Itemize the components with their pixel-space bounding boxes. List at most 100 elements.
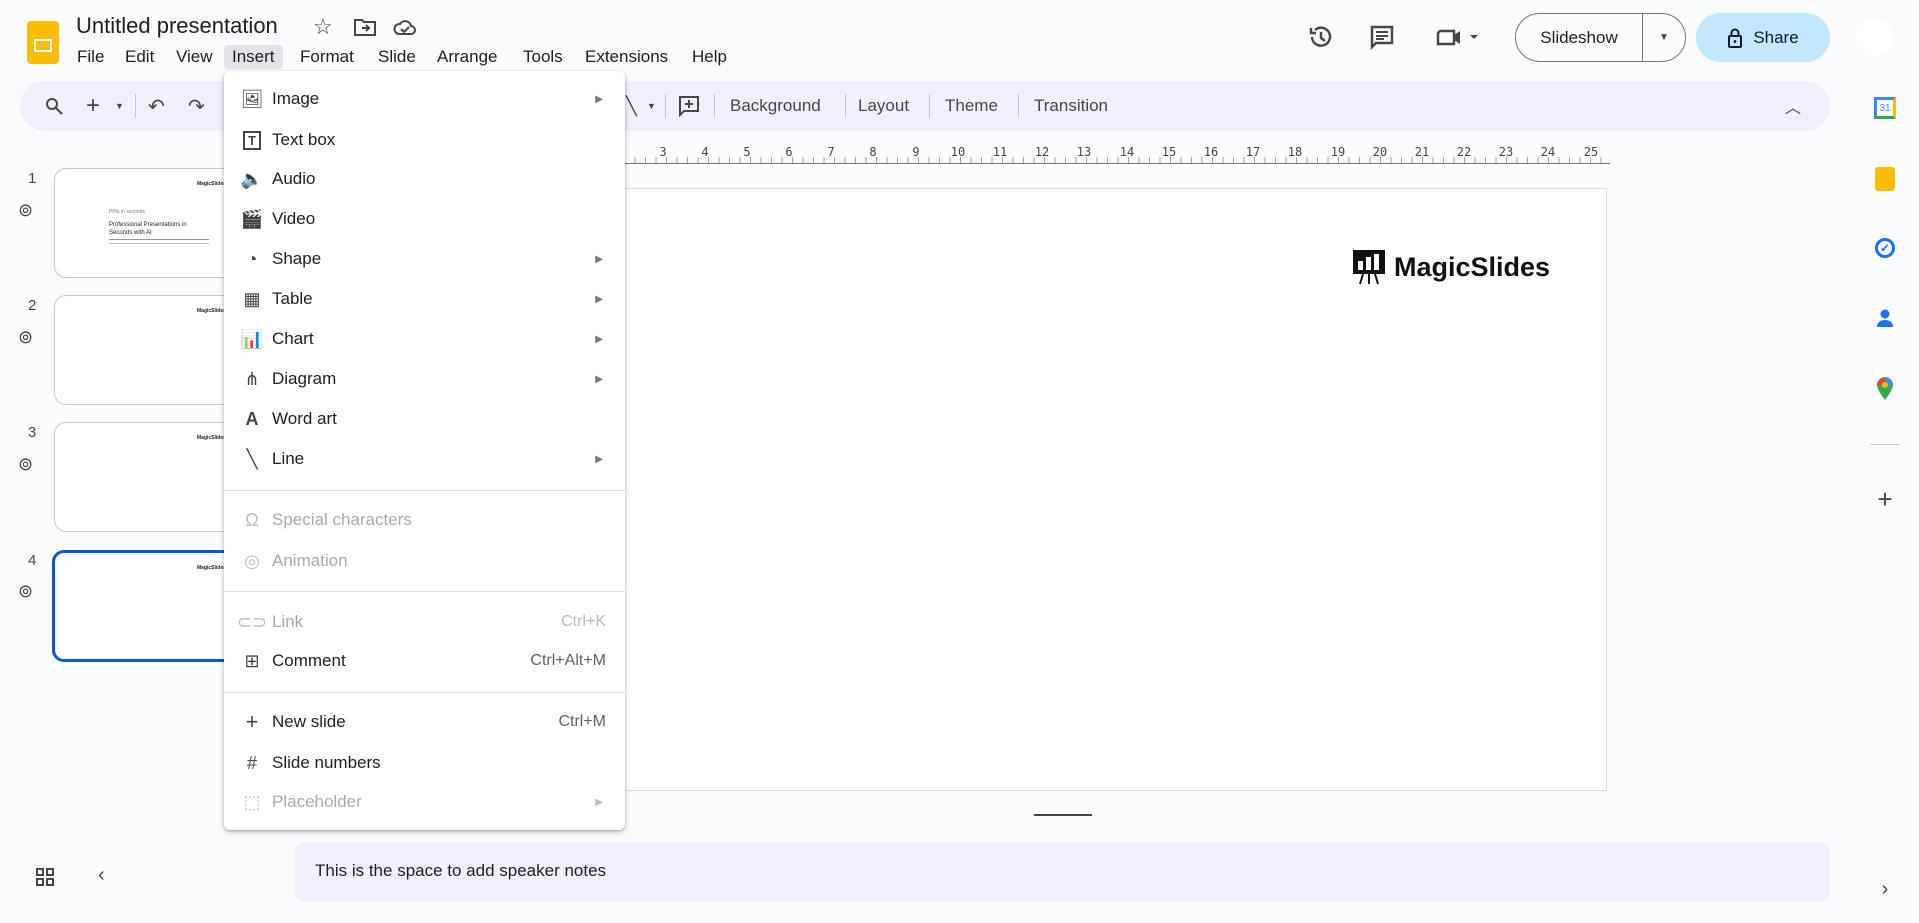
calendar-icon[interactable]: 31 — [1872, 95, 1898, 121]
hash-icon: # — [246, 752, 257, 773]
menu-item-chart[interactable]: 📊 Chart ▶ — [224, 319, 625, 359]
menu-item-diagram[interactable]: ⋔ Diagram ▶ — [224, 359, 625, 399]
contacts-icon[interactable] — [1872, 305, 1898, 331]
linked-slide-icon: ⊚ — [18, 581, 34, 601]
comments-icon[interactable] — [1367, 22, 1397, 52]
slideshow-button[interactable]: Slideshow — [1516, 14, 1643, 61]
menu-item-placeholder[interactable]: ⬚ Placeholder ▶ — [224, 782, 625, 822]
layout-button[interactable]: Layout — [858, 81, 909, 131]
undo-icon[interactable]: ↶ — [148, 81, 165, 131]
magicslides-logo: MagicSlides — [1352, 249, 1550, 285]
menu-item-audio[interactable]: 🔈 Audio — [224, 159, 625, 199]
menu-arrange[interactable]: Arrange — [429, 45, 505, 69]
menu-item-slide-numbers[interactable]: # Slide numbers — [224, 743, 625, 783]
menu-item-label: Comment — [272, 651, 346, 670]
menu-tools[interactable]: Tools — [515, 45, 571, 69]
toolbar-divider — [665, 94, 666, 118]
menu-item-table[interactable]: ▦ Table ▶ — [224, 279, 625, 319]
ruler-tick-label: 15 — [1161, 145, 1177, 159]
transition-button[interactable]: Transition — [1034, 81, 1108, 131]
thumb-title: Professional Presentations in Seconds wi… — [109, 222, 187, 236]
menu-format[interactable]: Format — [292, 45, 362, 69]
submenu-arrow-icon: ▶ — [595, 293, 603, 305]
submenu-arrow-icon: ▶ — [595, 373, 603, 385]
diagram-icon: ⋔ — [244, 368, 260, 389]
share-button[interactable]: Share — [1696, 13, 1830, 62]
submenu-arrow-icon: ▶ — [595, 93, 603, 105]
move-folder-icon[interactable] — [352, 14, 378, 40]
menu-view[interactable]: View — [168, 45, 221, 69]
menu-slide[interactable]: Slide — [370, 45, 424, 69]
menu-item-special-characters[interactable]: Ω Special characters — [224, 500, 625, 540]
tasks-icon[interactable]: ✓ — [1872, 235, 1898, 261]
menu-extensions[interactable]: Extensions — [577, 45, 676, 69]
menu-item-shape[interactable]: ◔ Shape ▶ — [224, 239, 625, 279]
notes-resize-handle[interactable] — [1034, 814, 1092, 816]
ruler-tick-label: 13 — [1076, 145, 1092, 159]
grid-view-icon[interactable] — [34, 866, 56, 888]
menu-item-label: Slide numbers — [272, 753, 381, 772]
shape-icon: ◔ — [246, 248, 258, 269]
menu-item-link[interactable]: ⊂⊃ Link Ctrl+K — [224, 602, 625, 642]
menu-help[interactable]: Help — [684, 45, 735, 69]
thumb-kicker: PPts in seconds — [109, 209, 145, 215]
menu-item-comment[interactable]: ⊞ Comment Ctrl+Alt+M — [224, 641, 625, 681]
speaker-notes[interactable]: This is the space to add speaker notes — [295, 842, 1830, 902]
linked-slide-icon: ⊚ — [18, 200, 34, 220]
search-menus-icon[interactable] — [40, 81, 68, 131]
cloud-saved-icon[interactable] — [392, 14, 418, 40]
ruler-tick-label: 10 — [950, 145, 966, 159]
background-button[interactable]: Background — [730, 81, 821, 131]
ruler-tick-label: 9 — [912, 145, 920, 159]
slide-canvas[interactable]: MagicSlides — [535, 188, 1607, 791]
menu-insert[interactable]: Insert — [224, 45, 283, 69]
menu-edit[interactable]: Edit — [117, 45, 162, 69]
menu-item-label: Diagram — [272, 369, 337, 388]
menu-item-animation[interactable]: ◎ Animation — [224, 541, 625, 581]
line-tool-icon[interactable]: ╲ — [626, 81, 637, 131]
slideshow-options-dropdown[interactable]: ▼ — [1643, 14, 1685, 61]
ruler-tick-label: 24 — [1540, 145, 1556, 159]
submenu-arrow-icon: ▶ — [595, 453, 603, 465]
line-dropdown-icon[interactable]: ▼ — [647, 81, 656, 131]
toolbar-divider — [135, 94, 136, 118]
slides-logo[interactable] — [27, 21, 59, 64]
version-history-icon[interactable] — [1306, 22, 1336, 52]
star-icon[interactable]: ☆ — [310, 14, 336, 40]
menu-item-image[interactable]: 🖼 Image ▶ — [224, 79, 625, 119]
menu-item-text-box[interactable]: T Text box — [224, 120, 625, 160]
new-slide-icon[interactable]: + — [86, 81, 100, 131]
menu-item-word-art[interactable]: A Word art — [224, 399, 625, 439]
insert-comment-icon[interactable] — [676, 81, 702, 131]
new-slide-dropdown-icon[interactable]: ▼ — [115, 81, 124, 131]
menu-divider — [224, 490, 625, 491]
presentation-board-icon — [1353, 250, 1385, 285]
ruler-tick-label: 21 — [1414, 145, 1430, 159]
linked-slide-icon: ⊚ — [18, 454, 34, 474]
get-addons-icon[interactable]: + — [1872, 484, 1898, 514]
slide-number: 2 — [28, 297, 37, 314]
collapse-filmstrip-icon[interactable]: ‹ — [98, 864, 105, 887]
meet-icon[interactable] — [1434, 22, 1484, 52]
keep-icon[interactable] — [1872, 166, 1898, 192]
collapse-toolbar-icon[interactable]: ︿ — [1785, 81, 1801, 131]
ruler-tick-label: 7 — [827, 145, 835, 159]
thumb-logo: MagicSlides — [197, 435, 226, 441]
menu-item-new-slide[interactable]: + New slide Ctrl+M — [224, 702, 625, 742]
menu-item-line[interactable]: ╲ Line ▶ — [224, 439, 625, 479]
menu-file[interactable]: File — [69, 45, 112, 69]
menu-item-video[interactable]: 🎬 Video — [224, 199, 625, 239]
expand-side-panel-icon[interactable]: › — [1872, 876, 1898, 902]
ruler-tick-label: 18 — [1287, 145, 1303, 159]
redo-icon[interactable]: ↷ — [188, 81, 205, 131]
magicslides-wordmark: MagicSlides — [1394, 251, 1551, 282]
account-avatar[interactable] — [1855, 18, 1893, 56]
theme-button[interactable]: Theme — [945, 81, 998, 131]
submenu-arrow-icon: ▶ — [595, 333, 603, 345]
ruler-tick-label: 8 — [869, 145, 877, 159]
menu-item-label: Animation — [272, 551, 348, 570]
document-title[interactable]: Untitled presentation — [76, 13, 278, 39]
slide-number: 3 — [28, 424, 37, 441]
maps-icon[interactable] — [1872, 376, 1898, 402]
menu-item-label: Special characters — [272, 510, 412, 529]
